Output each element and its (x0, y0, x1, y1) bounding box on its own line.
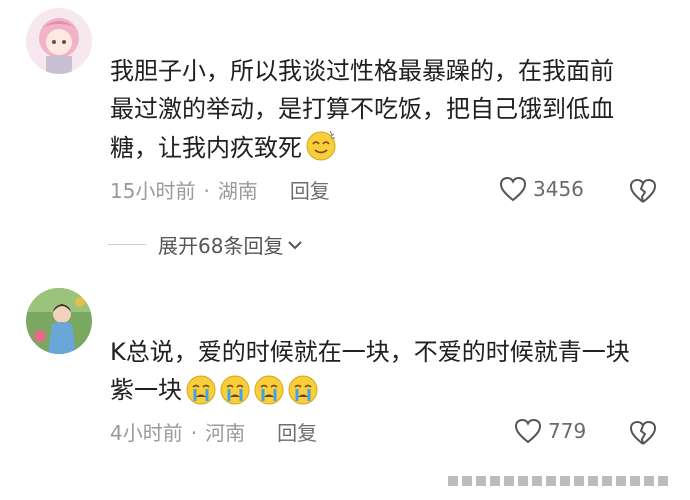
timestamp: 4小时前 (110, 421, 183, 445)
expand-replies-button[interactable]: 展开68条回复 (108, 230, 303, 259)
watermark-signature (448, 476, 668, 486)
separator-dot: · (190, 421, 198, 445)
comment-line: K总说，爱的时候就在一块，不爱的时候就青一块 (110, 338, 630, 366)
comment-line: 最过激的举动，是打算不吃饭，把自己饿到低血 (110, 95, 614, 123)
dizzy-face-emoji (304, 128, 338, 173)
comment-line-last: 糖，让我内疚致死 (110, 128, 670, 173)
comment-text: 我胆子小，所以我谈过性格最暴躁的，在我面前 最过激的举动，是打算不吃饭，把自己饿… (110, 52, 670, 173)
timestamp: 15小时前 (110, 179, 196, 203)
chevron-down-icon (288, 240, 303, 249)
broken-heart-icon (630, 179, 656, 203)
comment-line: 我胆子小，所以我谈过性格最暴躁的，在我面前 (110, 57, 614, 85)
heart-icon (514, 418, 542, 444)
location: 湖南 (217, 179, 258, 203)
broken-heart-icon (630, 421, 656, 445)
heart-icon (499, 176, 527, 202)
crying-face-emoji (220, 375, 250, 405)
comment-meta: 4小时前 · 河南 回复 (110, 419, 317, 447)
comment-meta: 15小时前 · 湖南 回复 (110, 177, 330, 205)
like-button[interactable]: 779 (514, 418, 586, 444)
comment-text: K总说，爱的时候就在一块，不爱的时候就青一块 紫一块 (110, 333, 670, 409)
like-count: 3456 (533, 177, 584, 201)
location: 河南 (205, 421, 246, 445)
reply-button[interactable]: 回复 (277, 421, 317, 445)
dislike-button[interactable] (629, 178, 657, 208)
expand-replies-label: 展开68条回复 (158, 234, 284, 258)
comment-line-last: 紫一块 (110, 371, 670, 409)
avatar[interactable] (26, 288, 92, 354)
like-button[interactable]: 3456 (499, 176, 584, 202)
crying-face-emoji (254, 375, 284, 405)
avatar[interactable] (26, 8, 92, 74)
crying-face-emoji (186, 375, 216, 405)
like-count: 779 (548, 419, 587, 443)
divider-line (108, 244, 146, 245)
dislike-button[interactable] (629, 420, 657, 450)
reply-button[interactable]: 回复 (290, 179, 330, 203)
crying-face-emoji (288, 375, 318, 405)
separator-dot: · (203, 179, 210, 203)
